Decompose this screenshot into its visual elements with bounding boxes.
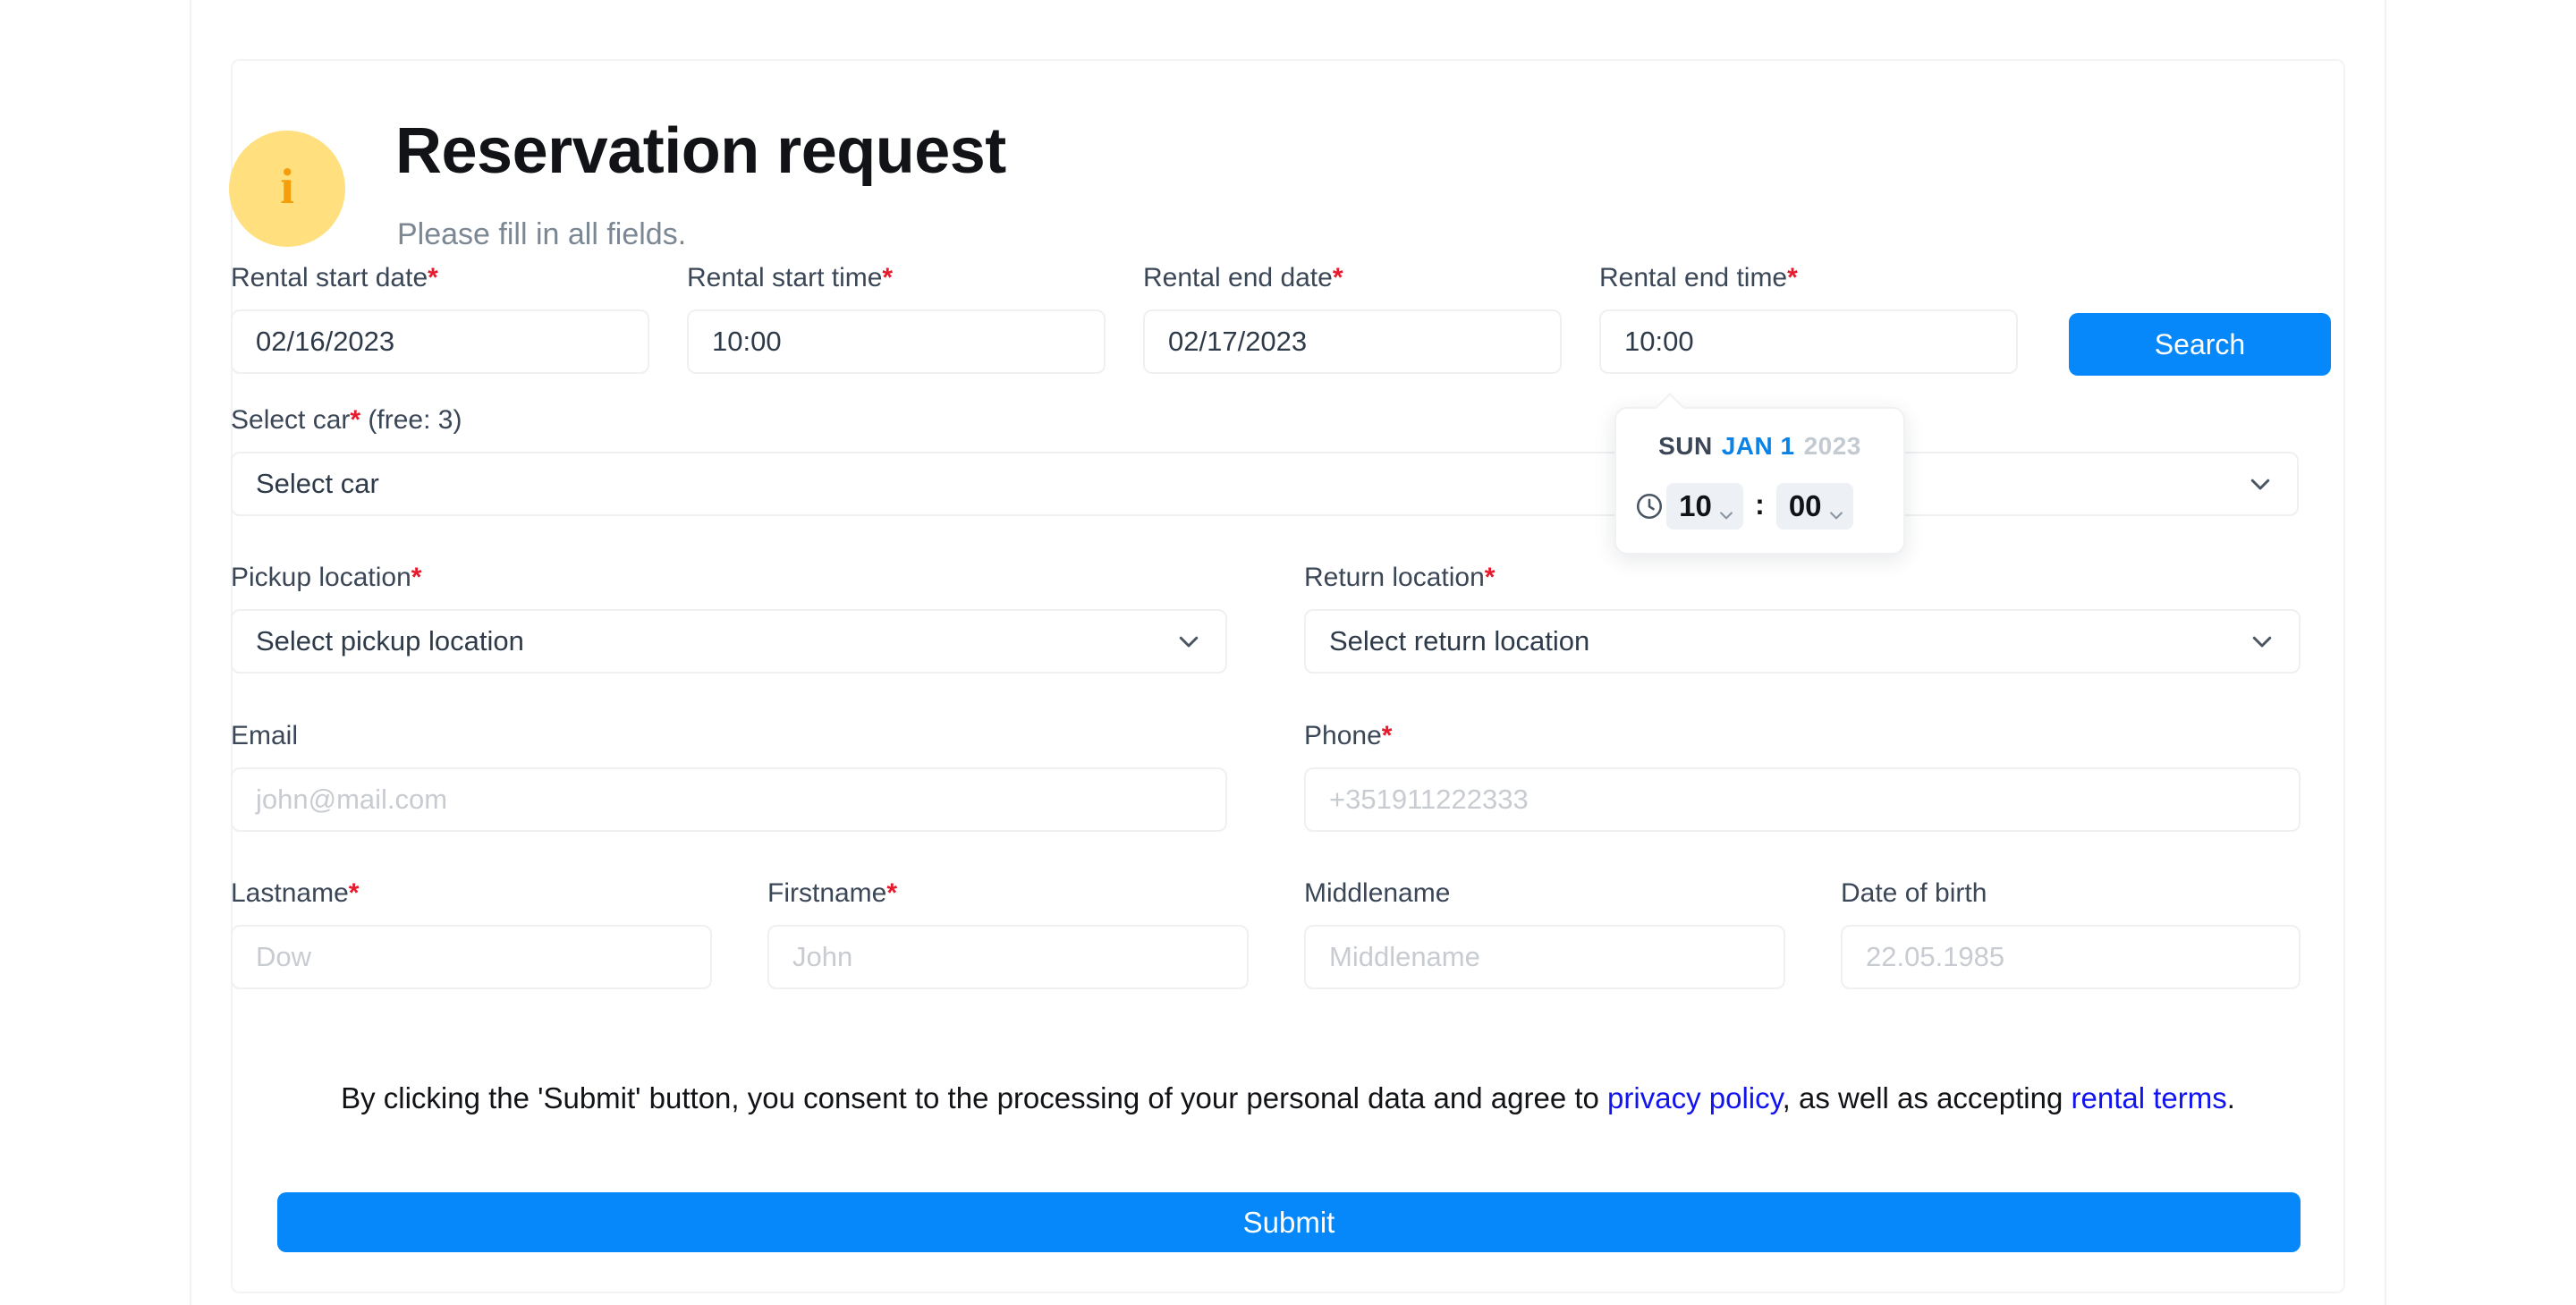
consent-text: By clicking the 'Submit' button, you con…: [277, 1078, 2299, 1118]
required-asterisk: *: [886, 878, 898, 908]
time-separator: :: [1755, 487, 1765, 521]
time-picker-weekday: SUN: [1658, 432, 1713, 460]
time-picker-popup[interactable]: SUN JAN 1 2023 10 : 00: [1614, 393, 1905, 555]
required-asterisk: *: [1381, 721, 1393, 750]
submit-button[interactable]: Submit: [277, 1192, 2301, 1252]
info-icon: i: [229, 131, 345, 247]
consent-part-2: , as well as accepting: [1782, 1081, 2072, 1114]
required-asterisk: *: [1787, 263, 1798, 292]
minute-value: 00: [1788, 489, 1822, 522]
time-picker-date: SUN JAN 1 2023: [1616, 432, 1903, 461]
select-car-dropdown[interactable]: Select car: [231, 452, 2299, 516]
chevron-down-icon: [2249, 628, 2275, 655]
consent-part-3: .: [2226, 1081, 2235, 1114]
phone-input[interactable]: +351911222333: [1304, 767, 2301, 832]
privacy-policy-link[interactable]: privacy policy: [1607, 1081, 1783, 1114]
label-email: Email: [231, 721, 299, 750]
search-button[interactable]: Search: [2069, 313, 2331, 376]
required-asterisk: *: [428, 263, 438, 292]
consent-part-1: By clicking the 'Submit' button, you con…: [341, 1081, 1608, 1114]
label-date-of-birth: Date of birth: [1841, 878, 1987, 908]
time-picker-year: 2023: [1803, 432, 1861, 460]
chevron-down-icon: [2247, 470, 2274, 497]
time-picker-controls: 10 : 00: [1616, 477, 1903, 536]
label-select-car: Select car* (free: 3): [231, 405, 462, 435]
required-asterisk: *: [1484, 563, 1496, 592]
clock-icon: [1634, 491, 1665, 521]
label-firstname: Firstname*: [767, 878, 898, 908]
time-picker-month-day: JAN 1: [1721, 432, 1795, 460]
info-icon-glyph: i: [280, 159, 294, 215]
select-car-free-count: (free: 3): [360, 405, 462, 435]
rental-terms-link[interactable]: rental terms: [2072, 1081, 2227, 1114]
hour-value: 10: [1679, 489, 1712, 522]
firstname-input[interactable]: John: [767, 925, 1249, 989]
rental-end-date-input[interactable]: 02/17/2023: [1143, 309, 1562, 374]
return-location-dropdown[interactable]: Select return location: [1304, 609, 2301, 674]
page-subtitle: Please fill in all fields.: [397, 217, 687, 251]
rental-start-time-input[interactable]: 10:00: [687, 309, 1106, 374]
pickup-location-value: Select pickup location: [256, 625, 524, 657]
select-car-value: Select car: [256, 468, 379, 499]
required-asterisk: *: [348, 878, 360, 908]
required-asterisk: *: [1332, 263, 1343, 292]
label-return-location: Return location*: [1304, 563, 1496, 592]
lastname-input[interactable]: Dow: [231, 925, 712, 989]
required-asterisk: *: [350, 405, 361, 435]
rental-end-time-input[interactable]: 10:00: [1599, 309, 2018, 374]
label-pickup-location: Pickup location*: [231, 563, 422, 592]
label-phone: Phone*: [1304, 721, 1393, 750]
label-rental-start-date: Rental start date*: [231, 263, 438, 292]
chevron-down-icon: [1717, 497, 1735, 520]
chevron-down-icon: [1175, 628, 1202, 655]
label-rental-end-date: Rental end date*: [1143, 263, 1343, 292]
label-lastname: Lastname*: [231, 878, 360, 908]
required-asterisk: *: [411, 563, 422, 592]
label-middlename: Middlename: [1304, 878, 1451, 908]
return-location-value: Select return location: [1329, 625, 1590, 657]
required-asterisk: *: [882, 263, 894, 292]
middlename-input[interactable]: Middlename: [1304, 925, 1785, 989]
label-rental-start-time: Rental start time*: [687, 263, 894, 292]
email-input[interactable]: john@mail.com: [231, 767, 1227, 832]
chevron-down-icon: [1827, 497, 1845, 520]
reservation-page: i Reservation request Please fill in all…: [0, 0, 2576, 1305]
hour-select[interactable]: 10: [1666, 483, 1744, 530]
minute-select[interactable]: 00: [1775, 483, 1853, 530]
date-of-birth-input[interactable]: 22.05.1985: [1841, 925, 2301, 989]
pickup-location-dropdown[interactable]: Select pickup location: [231, 609, 1227, 674]
rental-start-date-input[interactable]: 02/16/2023: [231, 309, 649, 374]
page-title: Reservation request: [395, 115, 1006, 187]
label-rental-end-time: Rental end time*: [1599, 263, 1798, 292]
